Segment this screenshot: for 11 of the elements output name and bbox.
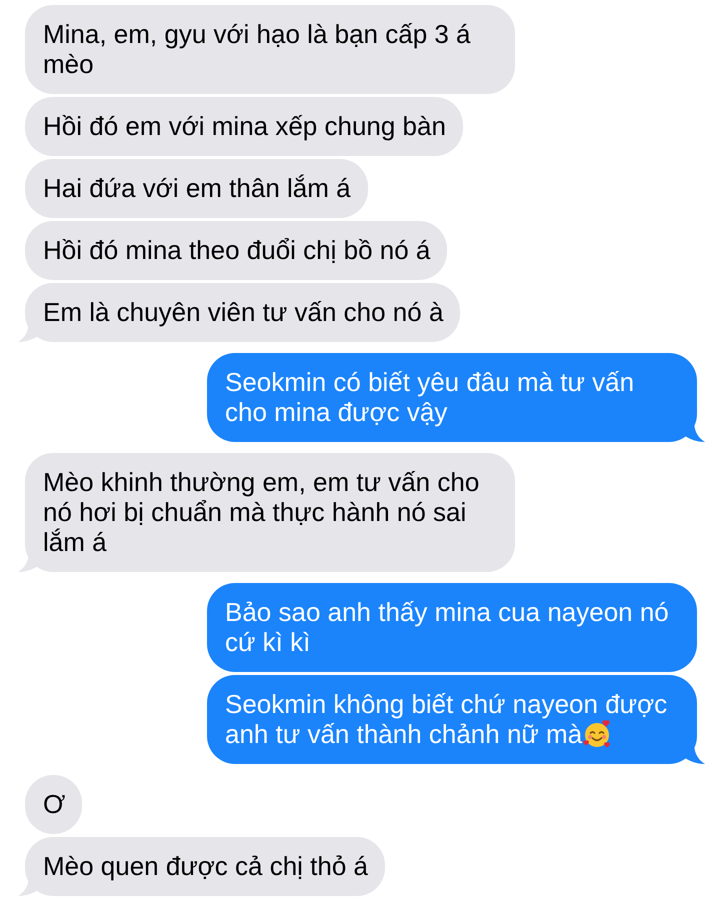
message-text: Ơ	[43, 789, 66, 819]
message-text: Seokmin không biết chứ nayeon được anh tư vấn thành chảnh nữ mà	[225, 689, 668, 749]
message-text: Seokmin có biết yêu đâu mà tư vấn cho mina được vậy	[225, 367, 634, 427]
message-text: Hồi đó mina theo đuổi chị bồ nó á	[43, 235, 430, 265]
message-text: Hồi đó em với mina xếp chung bàn	[43, 111, 446, 141]
message-text: Hai đứa với em thân lắm á	[43, 173, 351, 203]
message-text: Mina, em, gyu với hạo là bạn cấp 3 á mèo	[43, 19, 471, 79]
message-text: Em là chuyên viên tư vấn cho nó à	[43, 297, 444, 327]
message-text: Mèo quen được cả chị thỏ á	[43, 851, 368, 881]
message-text: Bảo sao anh thấy mina cua nayeon nó cứ kì kì	[225, 597, 669, 657]
message-text: Mèo khinh thường em, em tư vấn cho nó hơi bị chuẩn mà thực hành nó sai lắm á	[43, 467, 480, 557]
